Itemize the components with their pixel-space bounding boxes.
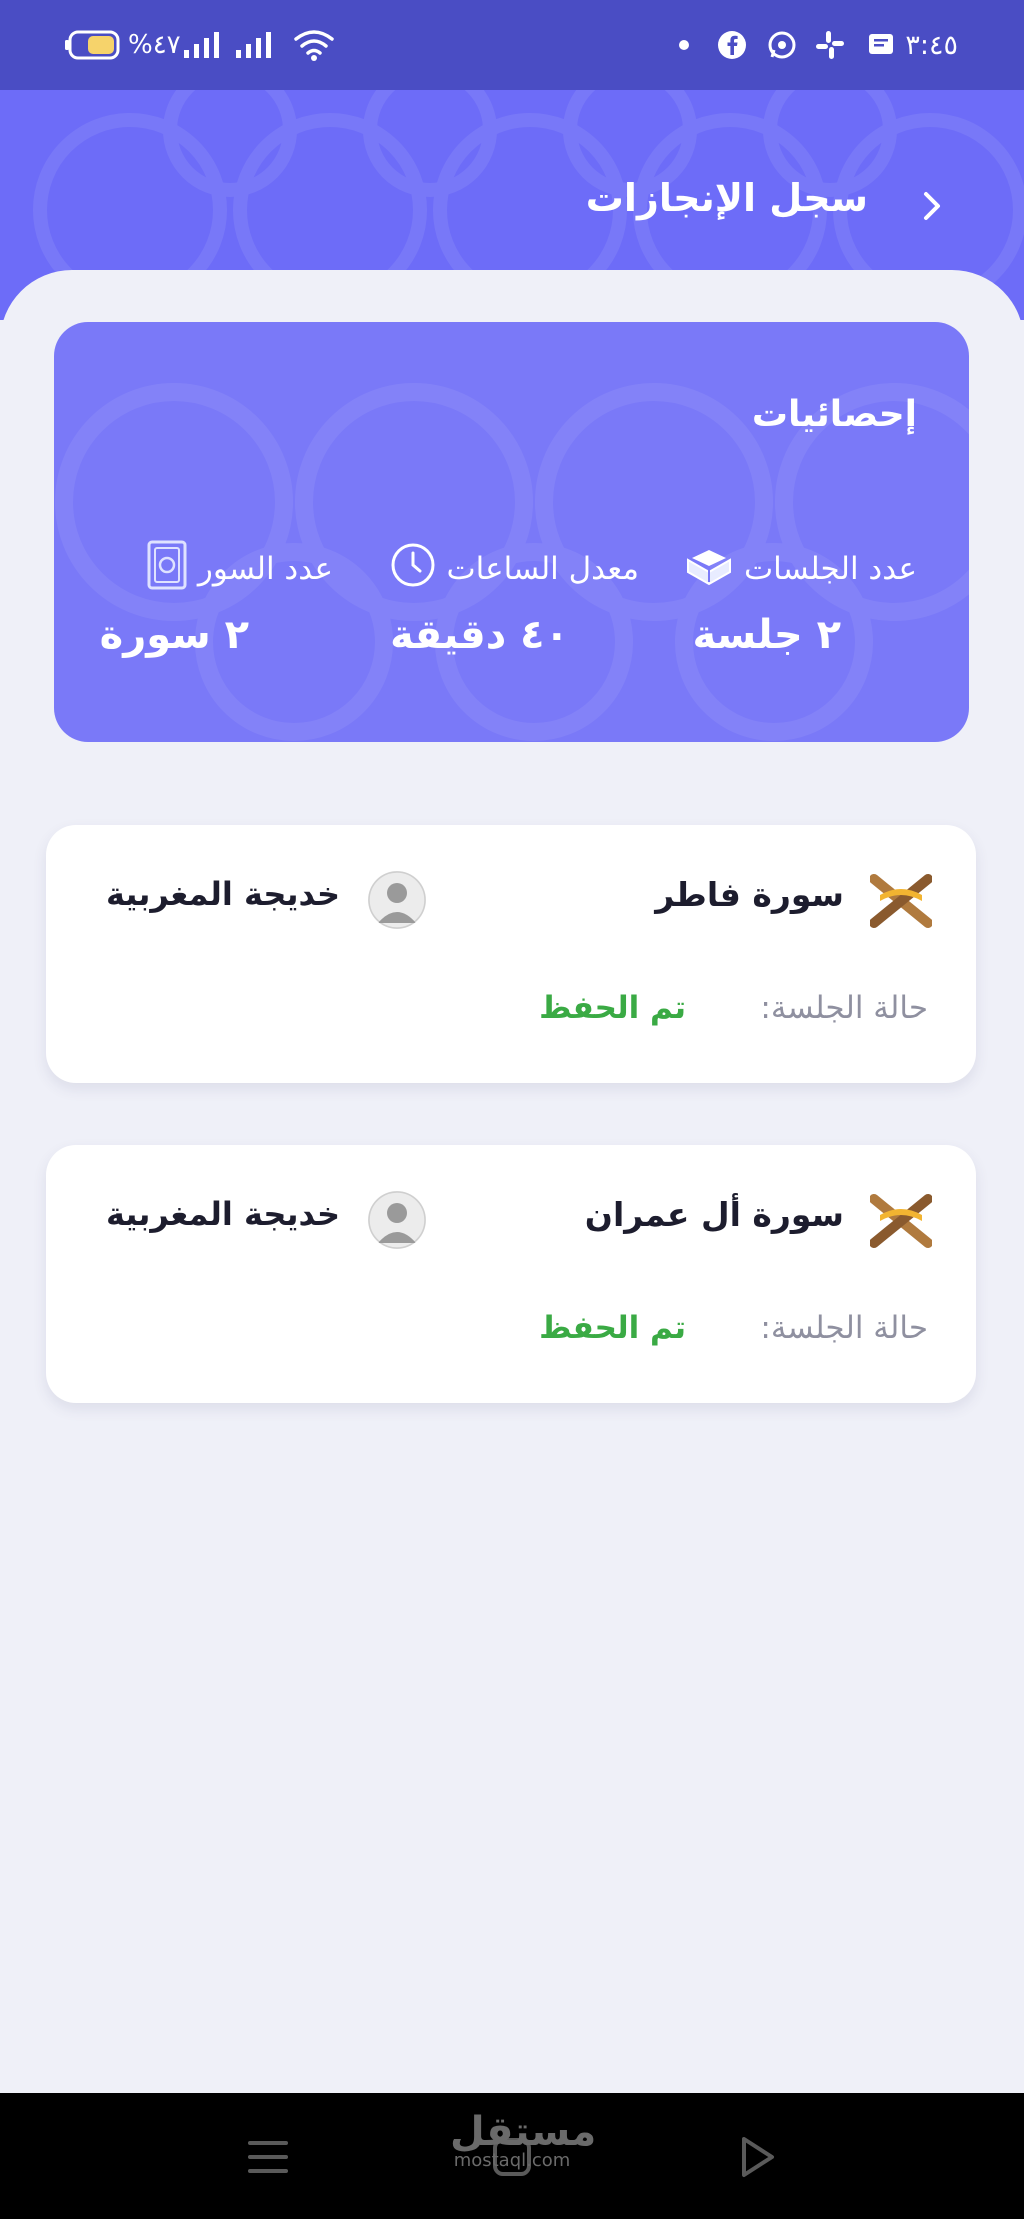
stat-surahs-label: عدد السور [197, 551, 333, 587]
battery-percent: %٤٧ [128, 30, 181, 60]
watermark-arabic: مستقل [450, 2109, 597, 2155]
quran-book-icon [146, 539, 188, 599]
back-triangle-icon [742, 2137, 774, 2177]
nav-menu-button[interactable] [238, 2127, 298, 2187]
surah-name: سورة فاطر [655, 875, 844, 914]
stats-pattern [55, 383, 969, 741]
stats-title: إحصائيات [751, 394, 917, 435]
session-status-label: حالة الجلسة: [760, 1310, 928, 1346]
facebook-icon [716, 0, 748, 90]
quran-stand-icon [869, 873, 933, 929]
signal-icon-2 [182, 0, 224, 90]
stat-sessions-label: عدد الجلسات [743, 551, 917, 587]
watermark-latin: mostaql.com [453, 2150, 571, 2171]
page-title: سجل الإنجازات [585, 176, 868, 220]
chevron-right-icon [924, 192, 940, 220]
session-status-value: تم الحفظ [539, 1310, 686, 1346]
stat-surahs-label-group: عدد السور [146, 540, 333, 594]
session-status-value: تم الحفظ [539, 990, 686, 1026]
menu-icon [248, 2141, 288, 2173]
slack-icon [814, 0, 846, 90]
watermark-logo: مستقل mostaql.com [450, 2109, 597, 2171]
message-icon [866, 0, 896, 90]
whatsapp-icon [766, 0, 798, 90]
stat-surahs-value: ٢ سورة [99, 612, 249, 658]
session-card[interactable]: سورة فاطر خديجة المغربية حالة الجلسة: تم… [46, 825, 976, 1083]
status-bar: ٣:٤٥ %٤٧ [0, 0, 1024, 90]
clock-icon [389, 541, 437, 597]
session-status-label: حالة الجلسة: [760, 990, 928, 1026]
teacher-name: خديجة المغربية [105, 1195, 340, 1233]
battery-icon [64, 0, 122, 90]
stat-hours-label: معدل الساعات [446, 551, 640, 587]
stats-card: إحصائيات عدد الجلسات ٢ جلسة معدل الساعات… [54, 322, 969, 742]
avatar [368, 1191, 426, 1249]
signal-icon [234, 0, 276, 90]
open-quran-icon [684, 542, 734, 596]
stat-hours-value: ٤٠ دقيقة [390, 612, 569, 658]
wifi-icon [292, 0, 336, 90]
stat-hours-label-group: معدل الساعات [389, 541, 640, 597]
stat-sessions-value: ٢ جلسة [692, 612, 841, 658]
surah-name: سورة أل عمران [584, 1195, 844, 1234]
dot-icon [678, 0, 690, 90]
avatar [368, 871, 426, 929]
nav-back-button[interactable] [726, 2127, 786, 2187]
session-card[interactable]: سورة أل عمران خديجة المغربية حالة الجلسة… [46, 1145, 976, 1403]
quran-stand-icon [869, 1193, 933, 1249]
teacher-name: خديجة المغربية [105, 875, 340, 913]
back-button[interactable] [912, 186, 952, 226]
stat-sessions-label-group: عدد الجلسات [684, 544, 917, 594]
status-time: ٣:٤٥ [905, 29, 958, 61]
